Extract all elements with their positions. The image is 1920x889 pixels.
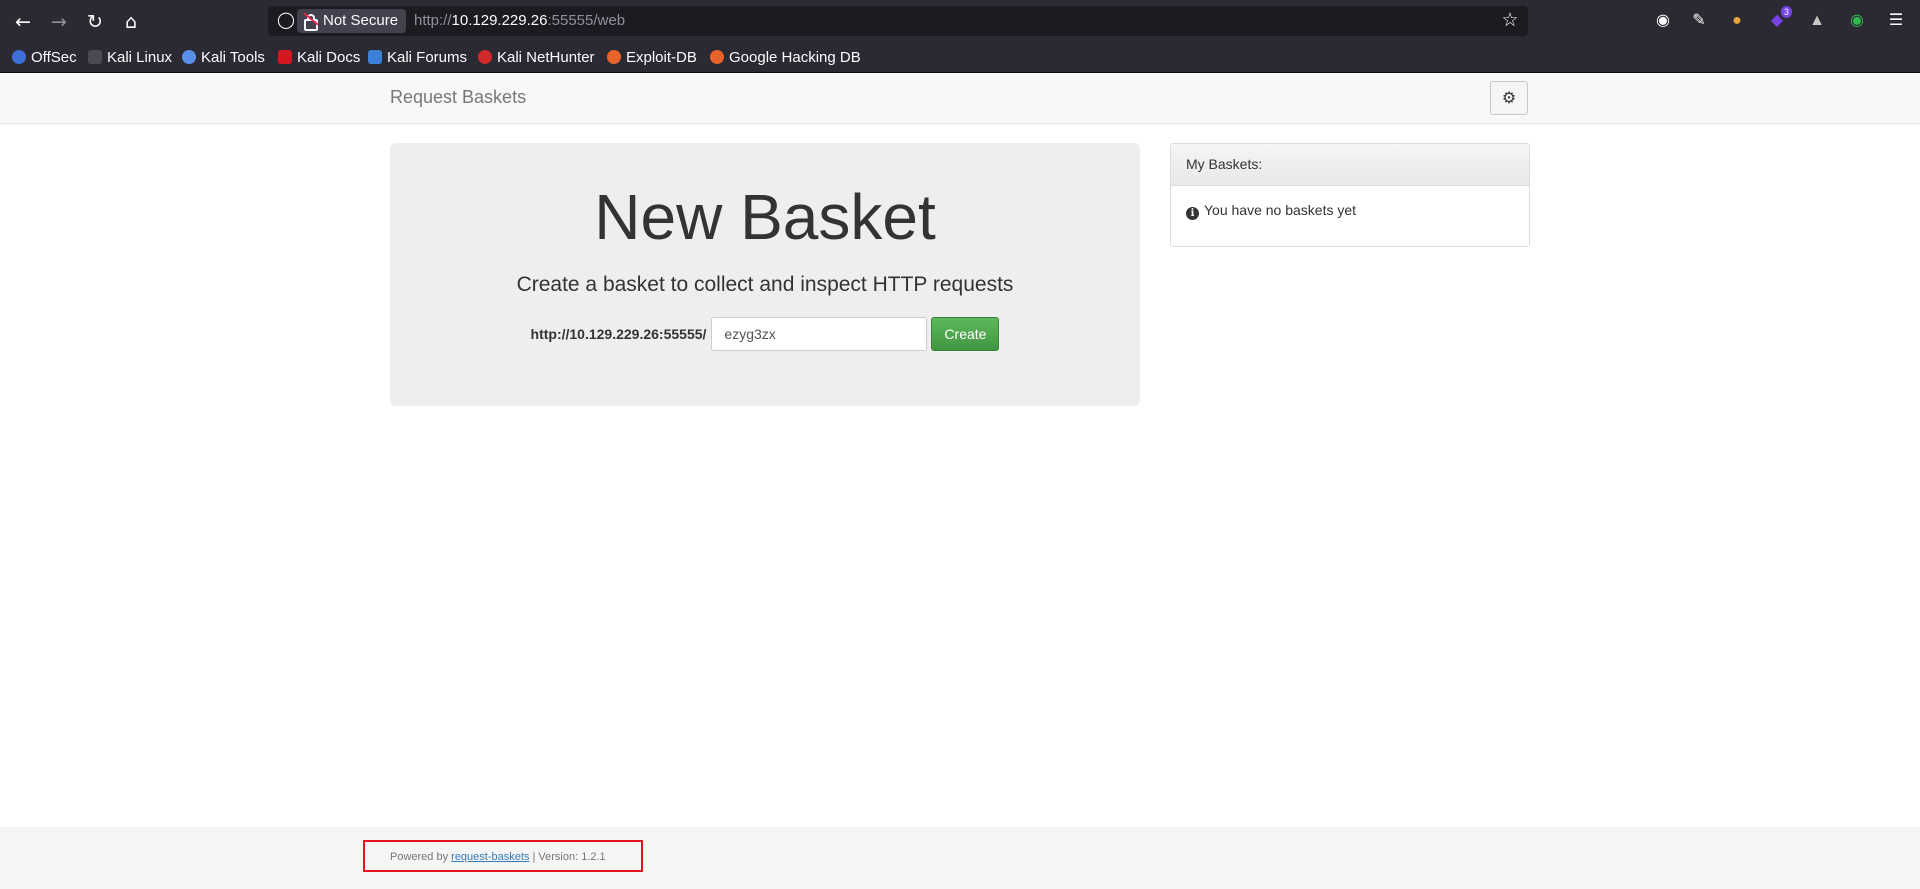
green-extension-icon[interactable]: ◉ — [1846, 10, 1868, 32]
bookmarks-toolbar: OffSec Kali Linux Kali Tools Kali Docs K… — [0, 43, 1920, 73]
bookmark-label: Kali Docs — [297, 49, 361, 66]
page-title: New Basket — [594, 181, 936, 253]
create-basket-form: http://10.129.229.26:55555/ Create — [390, 317, 1140, 351]
security-indicator[interactable]: Not Secure — [297, 9, 407, 33]
kali-nethunter-icon — [478, 50, 492, 64]
info-circle-icon: i — [1186, 207, 1199, 220]
bookmark-label: Kali NetHunter — [497, 49, 595, 66]
powered-by-text: Powered by — [390, 851, 449, 863]
request-baskets-link[interactable]: request-baskets — [451, 851, 529, 863]
exploit-db-icon — [607, 50, 621, 64]
bookmark-kali-nethunter[interactable]: Kali NetHunter — [478, 47, 595, 69]
ghdb-icon — [710, 50, 724, 64]
home-icon[interactable]: ⌂ — [118, 9, 144, 35]
extension-badge: 3 — [1780, 6, 1792, 18]
extensions-puzzle-icon[interactable]: ✎ — [1688, 10, 1710, 32]
brand-link[interactable]: Request Baskets — [390, 87, 526, 108]
security-label: Not Secure — [323, 12, 399, 29]
purple-extension-icon[interactable]: ◆ 3 — [1766, 6, 1792, 32]
bookmark-label: Google Hacking DB — [729, 49, 861, 66]
page-subtitle: Create a basket to collect and inspect H… — [516, 273, 1014, 296]
tracking-shield-icon[interactable]: ◯ — [276, 11, 296, 31]
my-baskets-panel: My Baskets: i You have no baskets yet — [1170, 143, 1530, 247]
hat-extension-icon[interactable]: ▲ — [1806, 10, 1828, 32]
empty-baskets-text: You have no baskets yet — [1204, 202, 1357, 218]
bookmark-kali-forums[interactable]: Kali Forums — [368, 47, 467, 69]
basket-name-input[interactable] — [711, 317, 928, 351]
kali-forums-icon — [368, 50, 382, 64]
back-arrow-icon[interactable]: ← — [10, 9, 36, 35]
offsec-icon — [12, 50, 26, 64]
insecure-lock-icon — [304, 14, 318, 31]
kali-docs-icon — [278, 50, 292, 64]
forward-arrow-icon[interactable]: → — [46, 9, 72, 35]
menu-hamburger-icon[interactable]: ☰ — [1885, 10, 1907, 32]
footer: Powered by request-baskets | Version: 1.… — [0, 827, 1920, 889]
my-baskets-body: i You have no baskets yet — [1171, 186, 1529, 234]
bookmark-google-hacking-db[interactable]: Google Hacking DB — [710, 47, 861, 69]
bookmark-kali-linux[interactable]: Kali Linux — [88, 47, 172, 69]
bookmark-kali-docs[interactable]: Kali Docs — [278, 47, 360, 69]
address-bar[interactable]: ◯ Not Secure http://10.129.229.26:55555/… — [268, 6, 1528, 36]
bookmark-star-icon[interactable]: ☆ — [1498, 9, 1522, 33]
bookmark-label: OffSec — [31, 49, 77, 66]
bookmark-label: Exploit-DB — [626, 49, 697, 66]
bookmark-kali-tools[interactable]: Kali Tools — [182, 47, 265, 69]
new-basket-panel: New Basket Create a basket to collect an… — [390, 143, 1140, 406]
version-text: | Version: 1.2.1 — [532, 851, 606, 863]
cookie-extension-icon[interactable]: ● — [1726, 10, 1748, 32]
url-prefix: http:// — [414, 12, 452, 29]
bookmark-label: Kali Linux — [107, 49, 173, 66]
url-host: 10.129.229.26 — [451, 12, 548, 29]
my-baskets-heading: My Baskets: — [1171, 144, 1529, 186]
bookmark-exploit-db[interactable]: Exploit-DB — [607, 47, 697, 69]
reload-icon[interactable]: ↻ — [82, 9, 108, 35]
gear-icon: ⚙ — [1501, 90, 1517, 107]
url-suffix: :55555/web — [547, 12, 626, 29]
footer-text: Powered by request-baskets | Version: 1.… — [390, 849, 606, 865]
app-navbar: Request Baskets ⚙ — [0, 73, 1920, 124]
bookmark-offsec[interactable]: OffSec — [12, 47, 77, 69]
bookmark-label: Kali Forums — [387, 49, 468, 66]
settings-button[interactable]: ⚙ — [1490, 81, 1528, 115]
create-button[interactable]: Create — [931, 317, 1000, 351]
bookmark-label: Kali Tools — [201, 49, 265, 66]
browser-toolbar: ← → ↻ ⌂ ◯ Not Secure http://10.129.229.2… — [0, 0, 1920, 43]
url-text[interactable]: http://10.129.229.26:55555/web — [414, 6, 625, 36]
kali-tools-icon — [182, 50, 196, 64]
kali-dragon-icon — [88, 50, 102, 64]
base-url-label: http://10.129.229.26:55555/ — [530, 326, 707, 342]
account-icon[interactable]: ◉ — [1652, 10, 1674, 32]
